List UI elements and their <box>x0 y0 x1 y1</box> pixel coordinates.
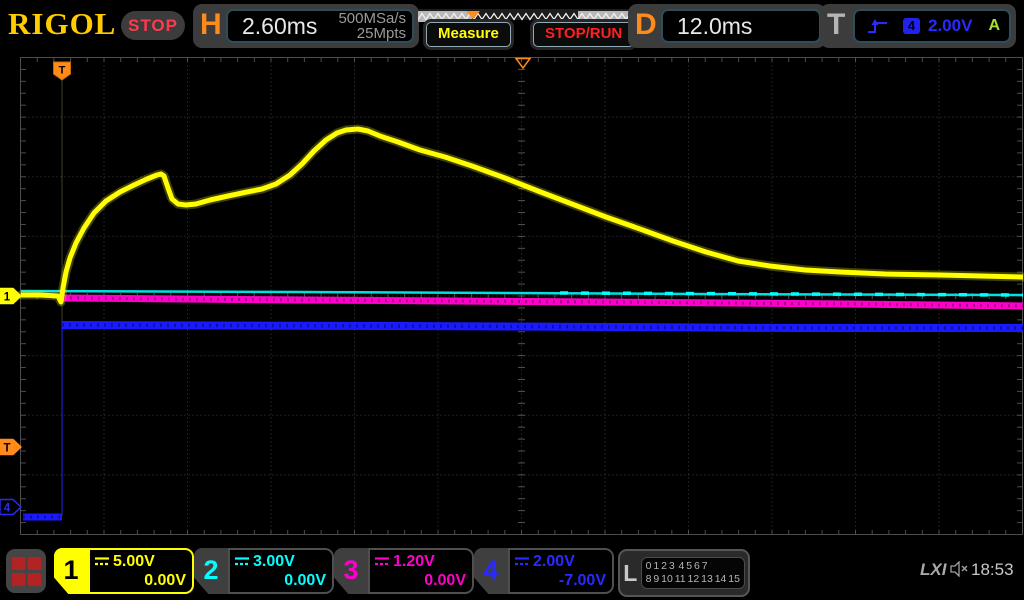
bottom-status-bar: 1 5.00V 0.00V 2 3.00V 0.00V 3 1.20V 0.00… <box>0 545 1024 600</box>
trigger-level-value: 2.00V <box>928 16 972 36</box>
delay-value: 12.0ms <box>677 13 752 40</box>
trigger-position-marker[interactable]: T <box>54 62 71 80</box>
channel-2-scale: 3.00V <box>253 552 295 571</box>
channel-4-status[interactable]: 4 2.00V -7.00V <box>474 548 614 594</box>
timebase-value: 2.60ms <box>242 13 317 40</box>
ch3-trace <box>63 298 1023 306</box>
channel-4-zero-marker[interactable]: 4 <box>0 500 21 515</box>
dc-coupling-icon <box>95 557 110 566</box>
channel-2-status[interactable]: 2 3.00V 0.00V <box>194 548 334 594</box>
channel-4-offset: -7.00V <box>559 571 606 590</box>
channel-3-offset: 0.00V <box>424 571 466 590</box>
memory-waveform-preview <box>418 11 648 22</box>
trigger-sweep-mode: A <box>988 17 1000 35</box>
svg-text:T: T <box>59 65 66 77</box>
horizontal-settings-box[interactable]: H 2.60ms 500MSa/s25Mpts <box>193 4 419 48</box>
channel-1-scale: 5.00V <box>113 552 155 571</box>
measure-button[interactable]: Measure <box>426 22 511 47</box>
dc-coupling-icon <box>515 557 530 566</box>
channel-2-tab[interactable]: 2 <box>194 548 228 594</box>
channel-3-tab[interactable]: 3 <box>334 548 368 594</box>
trigger-settings-box[interactable]: T 4 2.00V A <box>820 4 1016 48</box>
trigger-markers: T 1 T 4 <box>0 59 530 515</box>
top-status-bar: RIGOL STOP H 2.60ms 500MSa/s25Mpts Measu… <box>0 0 1024 52</box>
svg-text:1: 1 <box>4 291 11 303</box>
svg-text:T: T <box>3 442 10 454</box>
lxi-logo: LXI <box>920 560 946 580</box>
channel-1-tab[interactable]: 1 <box>54 548 88 594</box>
channel-1-status[interactable]: 1 5.00V 0.00V <box>54 548 194 594</box>
menu-grid-icon[interactable] <box>6 549 46 593</box>
channel-3-status[interactable]: 3 1.20V 0.00V <box>334 548 474 594</box>
digital-channels-status[interactable]: L 0 1 2 3 4 5 6 78 9 10 11 12 13 14 15 <box>618 549 750 597</box>
trigger-source-badge: 4 <box>903 18 920 34</box>
delay-position-marker <box>516 59 530 69</box>
acquisition-info: 500MSa/s25Mpts <box>338 11 406 41</box>
channel-4-scale: 2.00V <box>533 552 575 571</box>
rigol-logo: RIGOL <box>8 6 116 42</box>
delay-label: D <box>635 8 657 42</box>
dc-coupling-icon <box>235 557 250 566</box>
trigger-level-marker[interactable]: T <box>0 440 21 455</box>
waveform-display: T 1 T 4 <box>0 0 1024 600</box>
channel-2-offset: 0.00V <box>284 571 326 590</box>
digital-channel-list: 0 1 2 3 4 5 6 78 9 10 11 12 13 14 15 <box>641 557 745 589</box>
ch1-glow <box>21 129 1023 302</box>
rising-edge-icon <box>867 18 889 35</box>
delay-settings-box[interactable]: D 12.0ms <box>628 4 826 48</box>
horizontal-label: H <box>200 8 222 42</box>
digital-label: L <box>620 560 641 587</box>
channel-4-tab[interactable]: 4 <box>474 548 508 594</box>
trigger-label: T <box>827 8 845 42</box>
memory-position-strip[interactable] <box>418 9 648 20</box>
ch4-trace <box>62 325 1023 328</box>
stop-run-button[interactable]: STOP/RUN <box>533 22 634 47</box>
run-state-badge: STOP <box>121 11 185 40</box>
channel-1-zero-marker[interactable]: 1 <box>0 289 21 304</box>
oscilloscope-screen: T 1 T 4 RIGOL STOP H 2.60ms 500MSa/s25Mpts … <box>0 0 1024 600</box>
dc-coupling-icon <box>375 557 390 566</box>
sound-muted-icon <box>950 561 969 577</box>
clock: 18:53 <box>971 560 1014 580</box>
channel-1-offset: 0.00V <box>144 571 186 590</box>
svg-text:4: 4 <box>4 502 11 514</box>
channel-3-scale: 1.20V <box>393 552 435 571</box>
